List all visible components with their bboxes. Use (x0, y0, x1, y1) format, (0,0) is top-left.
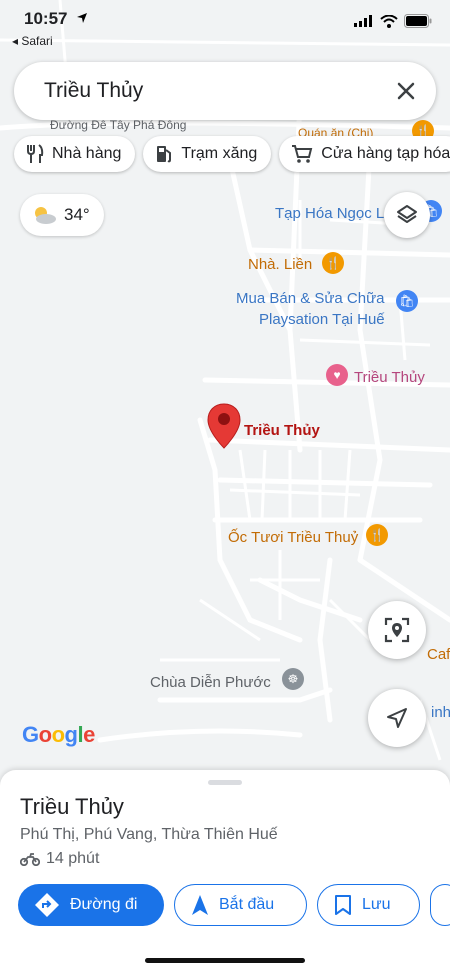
status-time: 10:57 (24, 9, 68, 28)
partly-cloudy-icon (35, 207, 56, 224)
directions-label: Đường đi (70, 896, 138, 913)
search-bar[interactable]: Triều Thủy (14, 62, 436, 120)
directions-button[interactable]: Đường đi (18, 884, 164, 926)
poi-trieu-thuy-heart[interactable]: Triều Thủy (354, 369, 425, 386)
restaurant-icon[interactable]: 🍴 (322, 252, 344, 274)
fork-knife-icon (27, 144, 44, 163)
poi-mua-ban-line2[interactable]: Playsation Tại Huế (259, 311, 385, 328)
directions-icon (35, 893, 59, 917)
chip-label: Nhà hàng (52, 145, 122, 162)
poi-chua[interactable]: Chùa Diễn Phước (150, 674, 271, 691)
battery-icon (404, 14, 432, 28)
motorbike-icon (20, 852, 40, 866)
back-to-safari-link[interactable]: ◂ Safari (12, 34, 53, 48)
chip-grocery[interactable]: Cửa hàng tạp hóa (279, 136, 450, 172)
close-icon[interactable] (392, 77, 420, 105)
navigation-arrow-icon (192, 895, 208, 915)
layers-button[interactable] (384, 192, 430, 238)
start-label: Bắt đầu (219, 896, 275, 913)
poi-tap-hoa[interactable]: Tạp Hóa Ngọc L (275, 205, 384, 222)
cart-icon (292, 145, 313, 163)
temple-icon[interactable]: ☸ (282, 668, 304, 690)
start-button[interactable]: Bắt đầu (174, 884, 307, 926)
poi-cafe[interactable]: Caf (427, 646, 450, 663)
google-logo: Google (22, 722, 95, 747)
weather-badge[interactable]: 34° (20, 194, 104, 236)
navigation-arrow-icon (387, 708, 407, 728)
poi-oc-tuoi[interactable]: Ốc Tươi Triều Thuỷ (228, 529, 358, 546)
poi-mua-ban-line1[interactable]: Mua Bán & Sửa Chữa (236, 290, 385, 307)
chip-restaurants[interactable]: Nhà hàng (14, 136, 136, 172)
shopping-bag-icon[interactable]: 🛍 (396, 290, 418, 312)
place-bottom-sheet[interactable]: Triều Thủy Phú Thị, Phú Vang, Thừa Thiên… (0, 770, 450, 974)
status-bar: 10:57 ◂ Safari (0, 0, 450, 52)
home-indicator (145, 958, 305, 963)
poi-nha-lien[interactable]: Nhà. Liền (248, 256, 312, 273)
travel-time: 14 phút (20, 850, 99, 868)
save-label: Lưu (362, 896, 391, 913)
signal-icon (354, 15, 372, 27)
restaurant-icon[interactable]: 🍴 (366, 524, 388, 546)
poi-right-edge[interactable]: inh (431, 704, 450, 721)
location-scan-button[interactable] (368, 601, 426, 659)
more-actions-button[interactable] (430, 884, 450, 926)
category-chips: Nhà hàng Trạm xăng Cửa hàng tạp hóa (14, 136, 450, 172)
search-query[interactable]: Triều Thủy (44, 79, 143, 103)
chip-gas-stations[interactable]: Trạm xăng (143, 136, 272, 172)
chip-label: Trạm xăng (181, 145, 258, 162)
layers-icon (397, 205, 417, 223)
save-button[interactable]: Lưu (317, 884, 420, 926)
weather-temp: 34° (64, 205, 90, 224)
wifi-icon (380, 14, 398, 28)
chip-label: Cửa hàng tạp hóa (321, 145, 450, 162)
bookmark-icon (335, 895, 351, 915)
road-label: Đường Đê Tây Phá Đông (50, 118, 187, 132)
poi-trieu-thuy-pin[interactable]: Triều Thủy (244, 422, 320, 439)
gas-pump-icon (157, 146, 172, 163)
sheet-drag-handle[interactable] (208, 780, 242, 785)
location-arrow-icon (77, 13, 87, 23)
my-location-button[interactable] (368, 689, 426, 747)
scan-location-icon (384, 617, 410, 643)
heart-icon[interactable]: ♥ (326, 364, 348, 386)
travel-time-text: 14 phút (46, 850, 100, 867)
place-title: Triều Thủy (20, 794, 124, 819)
location-pin-icon[interactable] (206, 402, 242, 450)
action-buttons: Đường đi Bắt đầu Lưu (18, 884, 450, 926)
place-address: Phú Thị, Phú Vang, Thừa Thiên Huế (20, 826, 278, 843)
